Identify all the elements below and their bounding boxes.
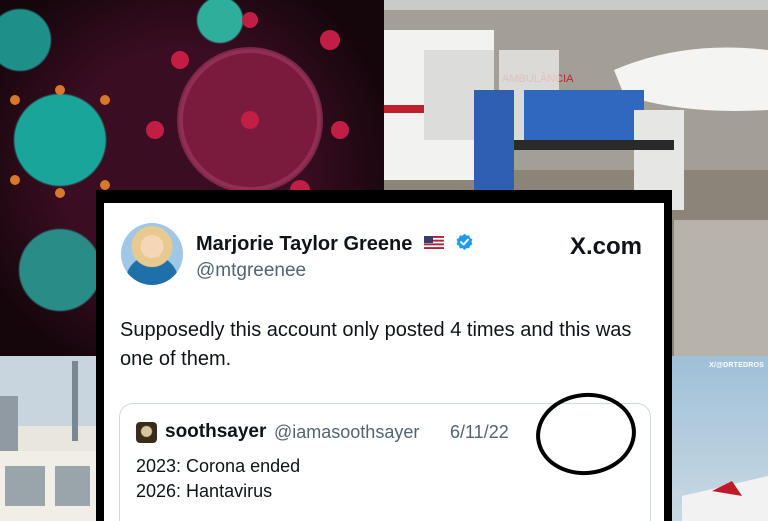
author-handle[interactable]: @mtgreenee xyxy=(196,260,306,282)
quote-author-avatar xyxy=(136,422,157,443)
quote-author-handle: @iamasoothsayer xyxy=(274,422,420,442)
photo-credit: X/@DRTEDROS xyxy=(709,362,764,369)
tweet-text: Supposedly this account only posted 4 ti… xyxy=(120,319,632,370)
site-label: X.com xyxy=(569,233,642,260)
author-name-row[interactable]: Marjorie Taylor Greene xyxy=(196,233,474,256)
quote-line: 2023: Corona ended xyxy=(136,456,301,476)
airplane-tail-image xyxy=(682,476,768,521)
verified-badge-icon xyxy=(456,234,472,251)
author-avatar[interactable] xyxy=(121,223,183,285)
quote-date: 6/11/22 xyxy=(450,422,509,442)
author-name[interactable]: Marjorie Taylor Greene xyxy=(196,233,412,255)
quote-line: 2026: Hantavirus xyxy=(136,481,273,501)
ambulance-side-image xyxy=(0,361,96,521)
x-logo: X.com xyxy=(570,233,642,261)
quote-author-name: soothsayer xyxy=(165,421,267,442)
quote-text: 2023: Corona ended 2026: Hantavirus xyxy=(136,454,300,504)
ambulance-crop-photo xyxy=(0,356,96,521)
us-flag-icon xyxy=(423,236,444,250)
aircraft-photo: X/@DRTEDROS xyxy=(672,356,768,521)
